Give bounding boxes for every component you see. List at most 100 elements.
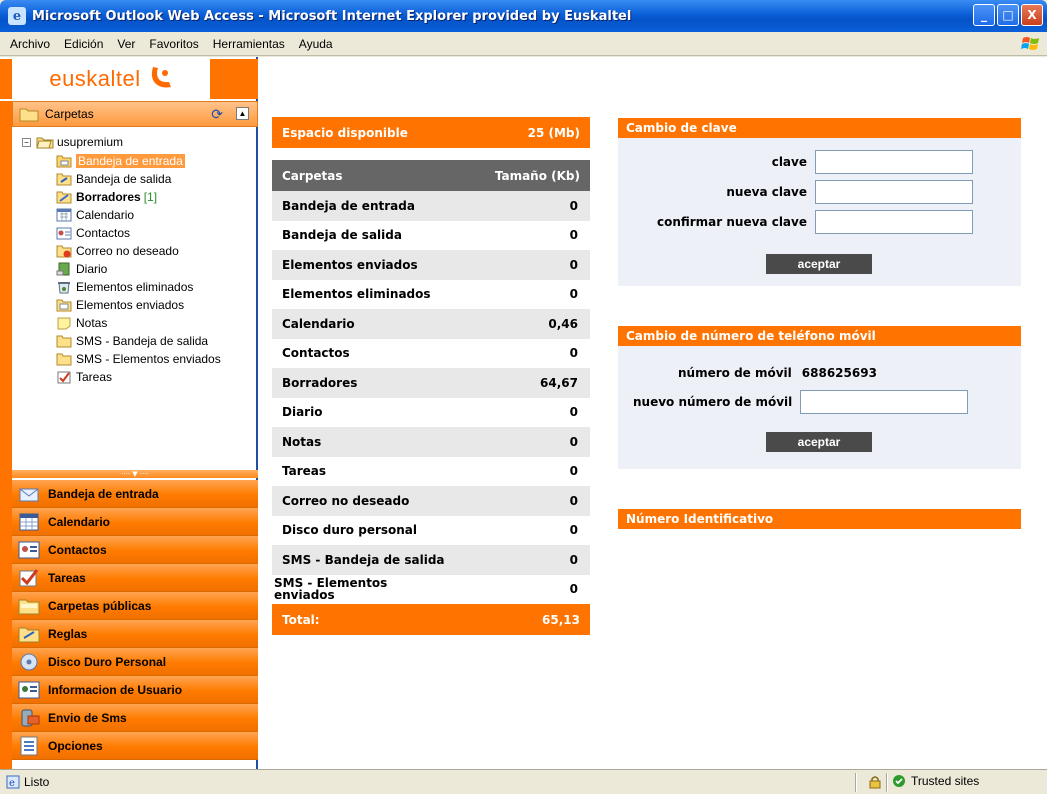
- tree-item-borradores[interactable]: Borradores [1]: [56, 188, 157, 206]
- status-bar: e Listo Trusted sites: [0, 769, 1047, 794]
- folder-name: Bandeja de entrada: [282, 198, 415, 213]
- folder-name: Contactos: [282, 346, 350, 361]
- tree-item-bandeja-de-salida[interactable]: Bandeja de salida: [56, 170, 171, 188]
- mailbox-icon: [36, 137, 54, 149]
- panel-title: Cambio de clave: [618, 118, 1021, 138]
- mobile-accept-button[interactable]: aceptar: [766, 432, 872, 452]
- nav-label: Tareas: [48, 570, 86, 585]
- inbox-folder-icon: [56, 155, 72, 168]
- tree-root[interactable]: − usupremium: [22, 134, 123, 150]
- close-button[interactable]: X: [1021, 4, 1043, 26]
- nav-disco-duro-personal[interactable]: Disco Duro Personal: [12, 648, 258, 676]
- nav-reglas[interactable]: Reglas: [12, 620, 258, 648]
- nav-informacion-de-usuario[interactable]: Informacion de Usuario: [12, 676, 258, 704]
- options-icon: [20, 736, 38, 755]
- unread-count: [1]: [143, 190, 158, 204]
- menu-ayuda[interactable]: Ayuda: [292, 37, 340, 51]
- field-label: nuevo número de móvil: [633, 395, 793, 409]
- notes-icon: [57, 317, 71, 330]
- tree-item-tareas[interactable]: Tareas: [56, 368, 112, 386]
- folders-header[interactable]: Carpetas ⟳ ▲: [12, 101, 258, 127]
- panel-body: número de móvil 688625693 nuevo número d…: [618, 346, 1021, 469]
- tree-item-calendario[interactable]: Calendario: [56, 206, 134, 224]
- calendar-icon: [19, 513, 39, 530]
- tree-item-sms-elementos-enviados[interactable]: SMS - Elementos enviados: [56, 350, 221, 368]
- svg-text:e: e: [9, 778, 15, 789]
- minimize-button[interactable]: _: [973, 4, 995, 26]
- folder-size: 64,67: [540, 375, 578, 390]
- table-body: Bandeja de entrada 0 Bandeja de salida 0 E…: [272, 191, 590, 604]
- nav-label: Reglas: [48, 626, 88, 641]
- folder-size: 0: [569, 464, 578, 479]
- id-number-panel: Número Identificativo: [618, 509, 1021, 529]
- nav-bandeja-de-entrada[interactable]: Bandeja de entrada: [12, 480, 258, 508]
- table-row: Bandeja de entrada 0: [272, 191, 590, 221]
- current-password-field[interactable]: [815, 150, 973, 174]
- nav-tareas[interactable]: Tareas: [12, 564, 258, 592]
- folder-size: 0: [569, 405, 578, 420]
- panel-title: Cambio de número de teléfono móvil: [618, 326, 1021, 346]
- collapse-button[interactable]: ▲: [236, 107, 249, 120]
- tree-item-bandeja-de-entrada[interactable]: Bandeja de entrada: [56, 152, 185, 170]
- nav-label: Envio de Sms: [48, 710, 127, 725]
- field-label: confirmar nueva clave: [656, 215, 807, 229]
- nav-label: Disco Duro Personal: [48, 654, 167, 669]
- form-row-clave: clave: [618, 150, 973, 174]
- tree-item-notas[interactable]: Notas: [56, 314, 107, 332]
- menu-edicion[interactable]: Edición: [57, 37, 110, 51]
- password-accept-button[interactable]: aceptar: [766, 254, 872, 274]
- tree-item-diario[interactable]: Diario: [56, 260, 107, 278]
- maximize-button[interactable]: □: [997, 4, 1019, 26]
- tree-item-contactos[interactable]: Contactos: [56, 224, 130, 242]
- new-mobile-field[interactable]: [800, 390, 969, 414]
- tree-item-label: Correo no deseado: [76, 244, 179, 258]
- new-password-field[interactable]: [815, 180, 973, 204]
- menu-herramientas[interactable]: Herramientas: [206, 37, 292, 51]
- form-row-confirmar: confirmar nueva clave: [618, 210, 973, 234]
- confirm-password-field[interactable]: [815, 210, 973, 234]
- expander-icon[interactable]: −: [22, 137, 31, 147]
- tree-item-label: Contactos: [76, 226, 131, 240]
- outbox-folder-icon: [56, 173, 72, 186]
- menu-archivo[interactable]: Archivo: [0, 37, 57, 51]
- table-total-row: Total: 65,13: [272, 604, 590, 635]
- folder-icon: [56, 353, 72, 366]
- refresh-icon[interactable]: ⟳: [211, 106, 223, 123]
- table-row: Contactos 0: [272, 338, 590, 368]
- nav-calendario[interactable]: Calendario: [12, 508, 258, 536]
- euskaltel-logo: euskaltel: [12, 59, 210, 99]
- zone-label: Trusted sites: [911, 774, 980, 788]
- column-header-folder: Carpetas: [282, 168, 343, 183]
- drafts-folder-icon: [56, 191, 72, 204]
- tree-item-sms-bandeja-de-salida[interactable]: SMS - Bandeja de salida: [56, 332, 208, 350]
- pane-splitter[interactable]: ···· ▼ ····: [12, 470, 258, 478]
- form-row-new-mobile: nuevo número de móvil: [633, 390, 969, 414]
- menu-ver[interactable]: Ver: [110, 37, 142, 51]
- tree-item-elementos-enviados[interactable]: Elementos enviados: [56, 296, 184, 314]
- menu-favoritos[interactable]: Favoritos: [142, 37, 205, 51]
- nav-envio-de-sms[interactable]: Envio de Sms: [12, 704, 258, 732]
- total-label: Total:: [282, 612, 320, 627]
- folder-name: Calendario: [282, 316, 355, 331]
- folder-size: 0,46: [548, 316, 578, 331]
- tree-item-elementos-eliminados[interactable]: Elementos eliminados: [56, 278, 193, 296]
- window-title-bar[interactable]: e Microsoft Outlook Web Access - Microso…: [0, 0, 1047, 32]
- tree-item-correo-no-deseado[interactable]: Correo no deseado: [56, 242, 179, 260]
- logo-accent-strip: [210, 59, 258, 99]
- form-row-nueva-clave: nueva clave: [618, 180, 973, 204]
- folder-name: SMS - Bandeja de salida: [282, 552, 445, 567]
- menu-bar: Archivo Edición Ver Favoritos Herramient…: [0, 32, 1047, 56]
- nav-contactos[interactable]: Contactos: [12, 536, 258, 564]
- tree-item-label: Elementos eliminados: [76, 280, 194, 294]
- nav-opciones[interactable]: Opciones: [12, 732, 258, 760]
- folder-name: Elementos enviados: [282, 257, 418, 272]
- security-zone[interactable]: Trusted sites: [892, 774, 979, 788]
- tree-item-label: SMS - Elementos enviados: [76, 352, 221, 366]
- table-row: Diario 0: [272, 397, 590, 427]
- internet-explorer-icon: e: [8, 7, 26, 25]
- nav-carpetas-publicas[interactable]: Carpetas públicas: [12, 592, 258, 620]
- table-row: Correo no deseado 0: [272, 486, 590, 516]
- mobile-change-panel: Cambio de número de teléfono móvil númer…: [618, 326, 1021, 469]
- table-row: SMS - Bandeja de salida 0: [272, 545, 590, 575]
- tree-item-label: Bandeja de entrada: [76, 154, 185, 168]
